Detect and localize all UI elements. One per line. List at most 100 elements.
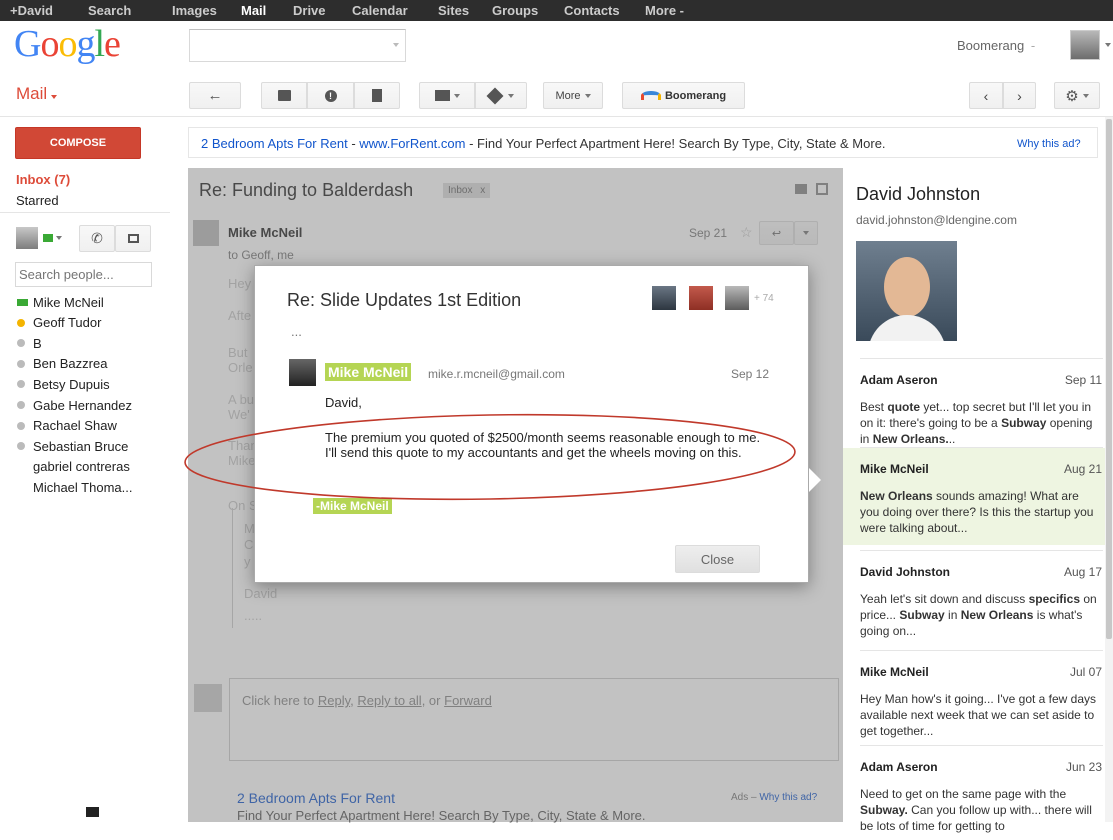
chat-contact-name: Sebastian Bruce	[33, 438, 129, 454]
thread-separator	[860, 650, 1103, 651]
contact-email: david.johnston@ldengine.com	[856, 213, 1017, 227]
back-arrow-icon: ←	[207, 87, 223, 104]
chat-contact[interactable]: Geoff Tudor	[17, 313, 101, 333]
thread-sender: David Johnston	[860, 565, 951, 579]
ad-link[interactable]: 2 Bedroom Apts For Rent	[201, 136, 348, 151]
chat-user-avatar[interactable]	[16, 227, 38, 249]
newer-button[interactable]: ‹	[969, 82, 1003, 109]
offline-status-icon	[17, 339, 25, 348]
move-to-chevron-icon	[453, 93, 460, 98]
ad-banner-text: 2 Bedroom Apts For Rent - www.ForRent.co…	[201, 136, 886, 151]
chat-contact[interactable]: Mike McNeil	[17, 292, 104, 312]
chevron-right-icon: ›	[1017, 87, 1022, 104]
ad-url[interactable]: www.ForRent.com	[359, 136, 465, 151]
topnav-search[interactable]: Search	[88, 3, 131, 18]
delete-button[interactable]	[354, 82, 400, 109]
avatar-chevron-icon[interactable]	[1105, 43, 1111, 47]
chat-contact[interactable]: gabriel contreras	[17, 457, 130, 477]
thread-date: Aug 21	[1063, 462, 1102, 476]
nav-divider	[0, 212, 170, 213]
annotation-ellipse-path	[184, 413, 796, 501]
topnav-sites[interactable]: Sites	[438, 3, 469, 18]
related-thread-item[interactable]: Mike McNeil Jul 07 Hey Man how's it going.…	[860, 665, 1102, 745]
more-actions-button[interactable]: More	[543, 82, 603, 109]
topnav-drive[interactable]: Drive	[293, 3, 326, 18]
labels-chevron-icon	[507, 93, 514, 98]
why-this-ad-link[interactable]: Why this ad?	[1017, 138, 1081, 150]
topnav-contacts[interactable]: Contacts	[564, 3, 620, 18]
snippet-text: Yeah let's sit down and discuss	[860, 592, 1029, 606]
snippet-text: Hey Man how's it going... I've got a few…	[860, 692, 1097, 738]
snippet-text: Best	[860, 400, 888, 414]
topnav-images[interactable]: Images	[172, 3, 217, 18]
topnav-mail[interactable]: Mail	[241, 3, 266, 18]
modal-sender-highlight: Mike McNeil	[325, 363, 412, 381]
chat-contact[interactable]: B	[17, 333, 42, 353]
ad-banner: 2 Bedroom Apts For Rent - www.ForRent.co…	[188, 127, 1098, 158]
snippet-keyword: specifics	[1028, 592, 1080, 606]
archive-button[interactable]	[261, 82, 307, 109]
google-logo[interactable]: Google	[14, 24, 121, 64]
modal-date: Sep 12	[731, 367, 770, 381]
boomerang-button[interactable]: Boomerang	[622, 82, 745, 109]
boomerang-icon	[640, 91, 661, 100]
thread-date: Jun 23	[1065, 760, 1102, 774]
account-caret: -	[1030, 38, 1036, 53]
offline-status-icon	[17, 359, 25, 368]
chat-contact[interactable]: Michael Thoma...	[17, 477, 132, 497]
chat-contact[interactable]: Gabe Hernandez	[17, 395, 132, 415]
nav-inbox[interactable]: Inbox (7)	[16, 172, 70, 187]
account-menu[interactable]: Boomerang -	[957, 38, 1035, 53]
related-thread-item[interactable]: Adam Aseron Jun 23 Need to get on the same…	[860, 760, 1102, 840]
mail-search-input[interactable]	[189, 29, 406, 62]
search-options-chevron-icon[interactable]	[393, 43, 399, 47]
participant-avatar-3	[725, 286, 749, 310]
modal-sender-avatar	[289, 359, 316, 386]
related-thread-item[interactable]: Adam Aseron Sep 11 Best quote yet... top s…	[860, 373, 1102, 453]
move-to-button[interactable]	[419, 82, 475, 109]
chat-contact[interactable]: Betsy Dupuis	[17, 374, 110, 394]
thread-snippet: Hey Man how's it going... I've got a few…	[860, 691, 1100, 739]
report-spam-button[interactable]: !	[307, 82, 354, 109]
chat-contact[interactable]: Rachael Shaw	[17, 416, 117, 436]
snippet-keyword: New Orleans	[960, 608, 1034, 622]
scrollbar-thumb[interactable]	[1106, 119, 1112, 639]
ad-separator-2: -	[469, 136, 478, 151]
label-tag-icon	[486, 87, 503, 104]
new-chat-button[interactable]	[115, 225, 151, 252]
thread-snippet: New Orleans sounds amazing! What are you…	[860, 488, 1100, 536]
topnav-groups[interactable]: Groups	[492, 3, 538, 18]
topnav-profile[interactable]: +David	[10, 3, 53, 18]
close-button[interactable]: Close	[675, 545, 760, 573]
account-name: Boomerang	[957, 38, 1025, 53]
older-button[interactable]: ›	[1003, 82, 1036, 109]
search-people-input[interactable]	[15, 262, 152, 287]
topnav-calendar[interactable]: Calendar	[352, 3, 408, 18]
modal-ellipsis: ...	[291, 324, 302, 339]
snippet-keyword: Subway	[1001, 416, 1047, 430]
snippet-keyword: Subway	[899, 608, 945, 622]
mail-app-switcher[interactable]: Mail	[16, 84, 58, 104]
call-phone-button[interactable]: ✆	[79, 225, 115, 252]
video-status-icon[interactable]	[43, 234, 53, 242]
chat-toggle-icon[interactable]	[86, 807, 99, 817]
compose-button[interactable]: COMPOSE	[15, 127, 141, 159]
related-thread-item[interactable]: David Johnston Aug 17 Yeah let's sit down …	[860, 565, 1102, 645]
modal-sender-name: Mike McNeil	[325, 363, 412, 381]
labels-button[interactable]	[475, 82, 527, 109]
thread-separator	[860, 550, 1103, 551]
status-chevron-icon[interactable]	[56, 236, 62, 240]
thread-separator	[860, 745, 1103, 746]
back-button[interactable]: ←	[189, 82, 241, 109]
google-top-bar: +David Search Images Mail Drive Calendar…	[0, 0, 1113, 21]
chat-contact[interactable]: Ben Bazzrea	[17, 354, 107, 374]
nav-starred[interactable]: Starred	[16, 193, 59, 208]
chat-contact-name: Geoff Tudor	[33, 315, 102, 331]
trash-icon	[372, 89, 382, 102]
topnav-more[interactable]: More -	[645, 3, 684, 18]
offline-status-icon	[17, 442, 25, 451]
settings-button[interactable]: ⚙	[1054, 82, 1100, 109]
related-thread-item[interactable]: Mike McNeil Aug 21 New Orleans sounds amaz…	[860, 462, 1102, 542]
chat-contact[interactable]: Sebastian Bruce	[17, 436, 128, 456]
user-avatar[interactable]	[1070, 30, 1100, 60]
